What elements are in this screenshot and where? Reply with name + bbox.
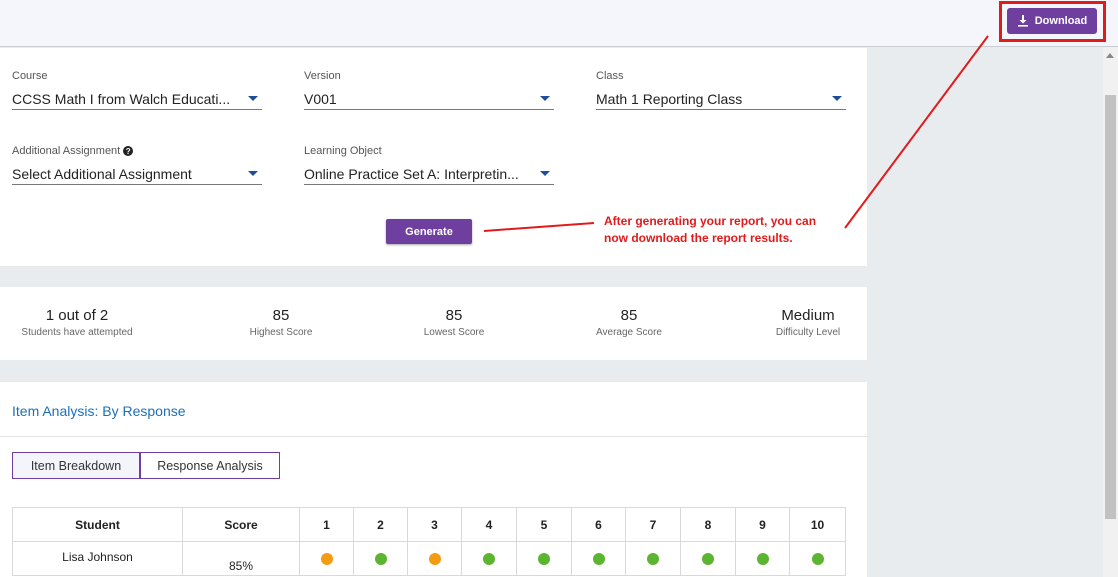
- correct-status-dot: [647, 553, 659, 566]
- item-response-cell[interactable]: [735, 541, 790, 576]
- tab-response-analysis[interactable]: Response Analysis: [140, 452, 280, 479]
- annotation-line-1: After generating your report, you can: [604, 214, 817, 228]
- annotation-text: After generating your report, you can no…: [604, 213, 844, 247]
- column-header-item: 3: [407, 507, 462, 542]
- learning-object-field: Learning Object Online Practice Set A: I…: [304, 144, 554, 185]
- stat-highest-score: 85 Highest Score: [231, 307, 331, 338]
- partial-status-dot: [320, 553, 333, 566]
- column-header-item: 7: [625, 507, 681, 542]
- learning-object-select[interactable]: Online Practice Set A: Interpretin...: [304, 163, 554, 185]
- response-table: Student Score 1 2 3 4 5 6 7 8 9 10 Lisa Johnson 85%: [12, 507, 846, 576]
- additional-assignment-label: Additional Assignment: [12, 145, 121, 157]
- stat-lowest-score: 85 Lowest Score: [404, 307, 504, 338]
- column-header-score: Score: [182, 507, 300, 542]
- item-response-cell[interactable]: [353, 541, 408, 576]
- chevron-down-icon: [540, 171, 550, 176]
- class-value: Math 1 Reporting Class: [596, 90, 743, 107]
- item-analysis-panel: Item Analysis: By Response Item Breakdow…: [0, 382, 867, 577]
- stat-caption: Average Score: [596, 327, 662, 338]
- item-response-cell[interactable]: [461, 541, 517, 576]
- item-response-cell[interactable]: [299, 541, 354, 576]
- summary-stats-panel: 1 out of 2 Students have attempted 85 Hi…: [0, 287, 867, 360]
- chevron-down-icon: [832, 96, 842, 101]
- learning-object-label: Learning Object: [304, 145, 382, 157]
- correct-status-dot: [756, 553, 769, 566]
- chevron-down-icon: [248, 96, 258, 101]
- stat-value: 85: [445, 307, 463, 324]
- additional-assignment-label-row: Additional Assignment ?: [12, 144, 262, 158]
- student-score: 85%: [182, 541, 300, 576]
- item-response-cell[interactable]: [789, 541, 846, 576]
- item-analysis-title: Item Analysis: By Response: [12, 403, 186, 419]
- scroll-up-arrow-icon[interactable]: [1106, 53, 1114, 58]
- additional-assignment-value: Select Additional Assignment: [12, 165, 192, 182]
- column-header-item: 8: [680, 507, 736, 542]
- item-response-cell[interactable]: [625, 541, 681, 576]
- stat-value: 85: [620, 307, 638, 324]
- column-header-item: 10: [789, 507, 846, 542]
- item-response-cell[interactable]: [516, 541, 572, 576]
- correct-status-dot: [538, 553, 550, 566]
- report-filters-panel: Course CCSS Math I from Walch Educati...…: [0, 48, 867, 266]
- scrollbar-thumb[interactable]: [1105, 95, 1116, 519]
- version-value: V001: [304, 90, 337, 107]
- stat-difficulty-level: Medium Difficulty Level: [763, 307, 853, 338]
- tab-item-breakdown[interactable]: Item Breakdown: [12, 452, 140, 479]
- correct-status-dot: [811, 553, 824, 566]
- column-header-item: 2: [353, 507, 408, 542]
- annotation-line-2: now download the report results.: [604, 231, 793, 245]
- stat-value: 85: [272, 307, 290, 324]
- column-header-item: 6: [571, 507, 626, 542]
- version-field: Version V001: [304, 69, 554, 110]
- correct-status-dot: [592, 553, 605, 566]
- course-label: Course: [12, 70, 48, 82]
- column-header-item: 4: [461, 507, 517, 542]
- stat-average-score: 85 Average Score: [579, 307, 679, 338]
- class-select[interactable]: Math 1 Reporting Class: [596, 88, 846, 110]
- divider: [0, 436, 867, 437]
- stat-caption: Lowest Score: [423, 327, 485, 338]
- correct-status-dot: [374, 553, 387, 566]
- item-response-cell[interactable]: [680, 541, 736, 576]
- help-icon[interactable]: ?: [123, 146, 134, 156]
- correct-status-dot: [483, 553, 495, 566]
- item-response-cell[interactable]: [571, 541, 626, 576]
- top-bar: Download: [0, 0, 1118, 47]
- learning-object-value: Online Practice Set A: Interpretin...: [304, 165, 519, 182]
- column-header-item: 9: [735, 507, 790, 542]
- course-field: Course CCSS Math I from Walch Educati...: [12, 69, 262, 110]
- stat-caption: Difficulty Level: [775, 327, 841, 338]
- additional-assignment-select[interactable]: Select Additional Assignment: [12, 163, 262, 185]
- table-row: Lisa Johnson 85%: [12, 541, 846, 576]
- stat-attempted: 1 out of 2 Students have attempted: [12, 307, 142, 338]
- student-name: Lisa Johnson: [12, 541, 183, 576]
- column-header-item: 5: [516, 507, 572, 542]
- stat-value: Medium: [781, 307, 835, 324]
- annotation-highlight-box: [999, 1, 1106, 42]
- item-response-cell[interactable]: [407, 541, 462, 576]
- course-value: CCSS Math I from Walch Educati...: [12, 90, 231, 107]
- course-select[interactable]: CCSS Math I from Walch Educati...: [12, 88, 262, 110]
- chevron-down-icon: [248, 171, 258, 176]
- version-select[interactable]: V001: [304, 88, 554, 110]
- stat-caption: Students have attempted: [21, 327, 133, 338]
- generate-button[interactable]: Generate: [386, 219, 472, 244]
- column-header-item: 1: [299, 507, 354, 542]
- stat-value: 1 out of 2: [45, 307, 109, 324]
- class-field: Class Math 1 Reporting Class: [596, 69, 846, 110]
- chevron-down-icon: [540, 96, 550, 101]
- partial-status-dot: [428, 553, 441, 566]
- column-header-student: Student: [12, 507, 183, 542]
- version-label: Version: [304, 70, 341, 82]
- correct-status-dot: [702, 553, 714, 566]
- vertical-scrollbar[interactable]: [1103, 47, 1118, 577]
- class-label: Class: [596, 70, 624, 82]
- stat-caption: Highest Score: [249, 327, 313, 338]
- additional-assignment-field: Additional Assignment ? Select Additiona…: [12, 144, 262, 185]
- table-header-row: Student Score 1 2 3 4 5 6 7 8 9 10: [12, 507, 846, 542]
